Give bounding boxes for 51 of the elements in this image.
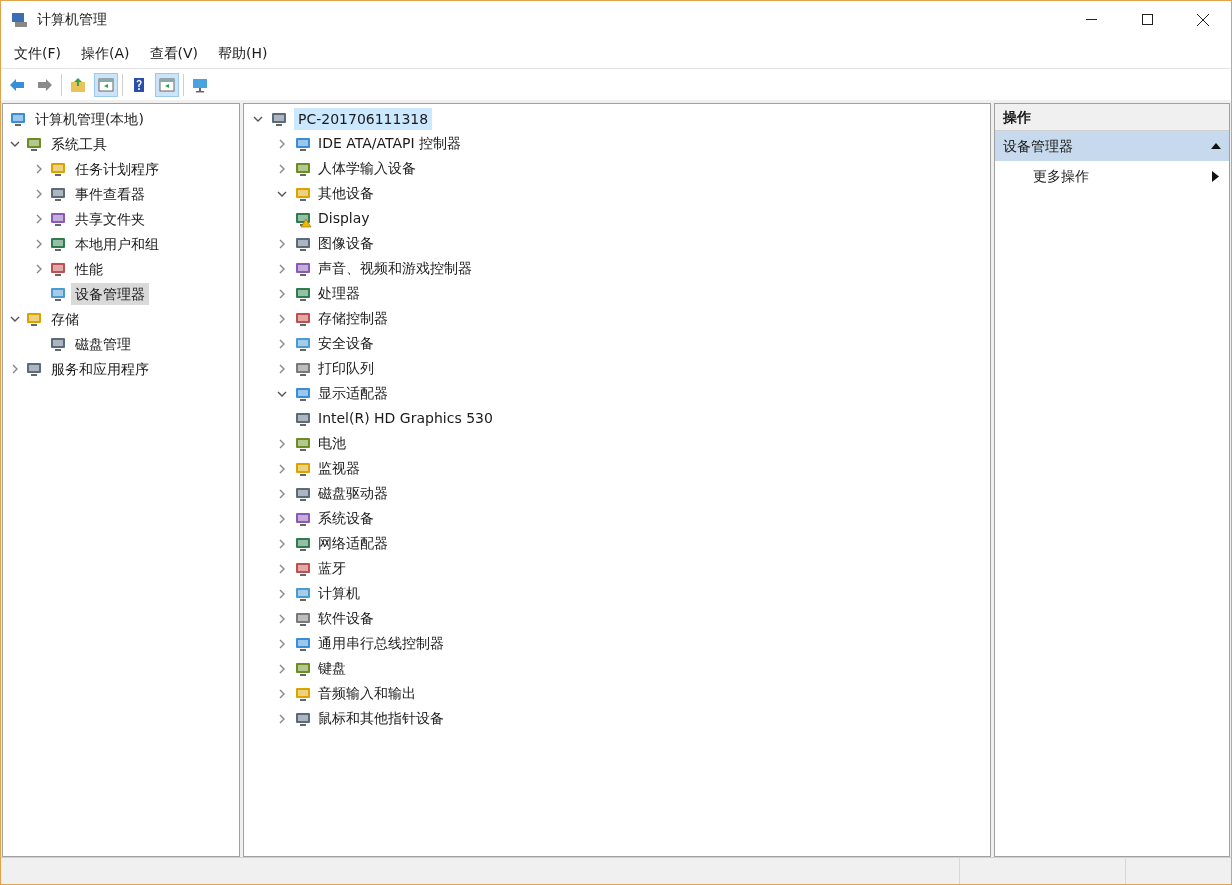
- tree-item[interactable]: 安全设备: [318, 333, 374, 354]
- tree-item[interactable]: 通用串行总线控制器: [318, 633, 444, 654]
- tree-item[interactable]: 设备管理器: [71, 282, 149, 305]
- maximize-icon: [1141, 14, 1153, 25]
- tree-item[interactable]: 监视器: [318, 458, 360, 479]
- tree-item[interactable]: 计算机管理(本地): [31, 107, 148, 130]
- tree-item[interactable]: 网络适配器: [318, 533, 388, 554]
- tree-item[interactable]: 软件设备: [318, 608, 374, 629]
- tree-item[interactable]: 键盘: [318, 658, 346, 679]
- tree-item[interactable]: 磁盘管理: [71, 332, 135, 355]
- menu-item[interactable]: 查看(V): [140, 41, 207, 65]
- pane-header: 操作: [995, 104, 1229, 131]
- tree-item[interactable]: 人体学输入设备: [318, 158, 416, 179]
- tree-item[interactable]: 电池: [318, 433, 346, 454]
- close-icon: [1197, 13, 1209, 26]
- tree-item[interactable]: 计算机: [318, 583, 360, 604]
- tree-item[interactable]: 系统工具: [47, 132, 111, 155]
- tree-item[interactable]: 蓝牙: [318, 558, 346, 579]
- tree-item[interactable]: 鼠标和其他指针设备: [318, 708, 444, 729]
- tree-item[interactable]: 本地用户和组: [71, 232, 163, 255]
- tree-item[interactable]: 图像设备: [318, 233, 374, 254]
- tree-item[interactable]: Display: [318, 208, 370, 229]
- tree-item[interactable]: 存储: [47, 307, 83, 330]
- tree-item[interactable]: Intel(R) HD Graphics 530: [318, 408, 493, 429]
- tree-item[interactable]: 服务和应用程序: [47, 357, 153, 380]
- menu-item[interactable]: 文件(F): [5, 41, 70, 65]
- tree-item[interactable]: PC-201706111318: [294, 107, 433, 130]
- tree-item[interactable]: 性能: [71, 257, 107, 280]
- tree-item[interactable]: 存储控制器: [318, 308, 388, 329]
- tree-item[interactable]: 处理器: [318, 283, 360, 304]
- window-title: 计算机管理: [37, 10, 107, 29]
- tree-item[interactable]: 其他设备: [318, 183, 374, 204]
- pane-toggle-icon: [158, 75, 176, 94]
- tree-item[interactable]: 显示适配器: [318, 383, 388, 404]
- tree-item[interactable]: 任务计划程序: [71, 157, 163, 180]
- submenu-triangle-icon: [1212, 170, 1219, 182]
- tree-item[interactable]: 打印队列: [318, 358, 374, 379]
- menu-item[interactable]: 操作(A): [72, 41, 139, 65]
- tree-item[interactable]: 磁盘驱动器: [318, 483, 388, 504]
- tree-item[interactable]: 事件查看器: [71, 182, 149, 205]
- computer-management-icon: [11, 10, 29, 29]
- tree-item[interactable]: IDE ATA/ATAPI 控制器: [318, 133, 461, 154]
- tree-item[interactable]: 共享文件夹: [71, 207, 149, 230]
- tree-item[interactable]: 声音、视频和游戏控制器: [318, 258, 472, 279]
- section-header[interactable]: 设备管理器: [995, 131, 1229, 161]
- folder-up-icon: [69, 75, 87, 94]
- action-item[interactable]: 更多操作: [995, 161, 1229, 191]
- menu-item[interactable]: 帮助(H): [209, 41, 277, 65]
- tree-item[interactable]: 音频输入和输出: [318, 683, 416, 704]
- pane-toggle-icon: [97, 75, 115, 94]
- tree-item[interactable]: 系统设备: [318, 508, 374, 529]
